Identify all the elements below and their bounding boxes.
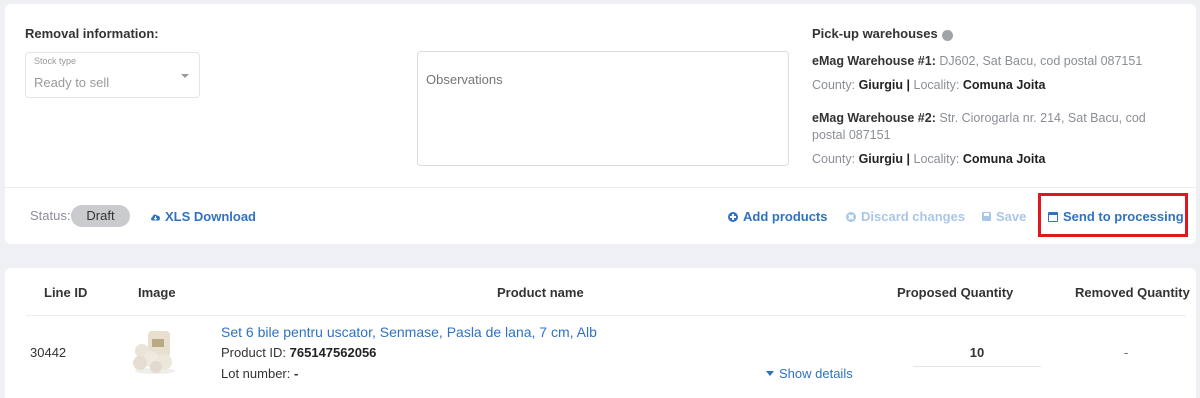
locality-label: Locality:: [913, 78, 960, 92]
chevron-down-icon: [181, 74, 189, 78]
product-id-value: 765147562056: [289, 345, 377, 360]
show-details-label: Show details: [779, 366, 853, 381]
plus-circle-icon: [728, 211, 738, 222]
lot-value: -: [294, 366, 299, 381]
pickup-title: Pick-up warehouses: [812, 26, 938, 41]
separator: |: [906, 78, 911, 92]
county-label: County:: [812, 78, 856, 92]
xls-download-label: XLS Download: [165, 209, 256, 224]
separator: |: [906, 152, 911, 166]
column-header-line-id: Line ID: [44, 285, 88, 300]
quantity-underline: [913, 366, 1041, 367]
product-name-link[interactable]: Set 6 bile pentru uscator, Senmase, Pasl…: [221, 324, 597, 340]
stock-type-label: Stock type: [34, 56, 77, 66]
warehouse-2: eMag Warehouse #2: Str. Ciorogarla nr. 2…: [812, 110, 1182, 144]
locality-value: Comuna Joita: [962, 78, 1046, 92]
show-details-link[interactable]: Show details: [766, 366, 853, 381]
warehouse-address: DJ602, Sat Bacu, cod postal 087151: [939, 54, 1143, 68]
county-value: Giurgiu: [858, 152, 904, 166]
removal-info-title: Removal information:: [25, 26, 159, 41]
product-id: Product ID: 765147562056: [221, 345, 376, 360]
status-badge: Draft: [71, 205, 130, 227]
discard-changes-label: Discard changes: [861, 209, 966, 224]
observations-field[interactable]: [417, 51, 789, 166]
add-products-label: Add products: [743, 209, 828, 224]
close-circle-icon: [846, 211, 856, 222]
stock-type-select[interactable]: Stock type Ready to sell: [25, 52, 200, 98]
column-header-product-name: Product name: [497, 285, 584, 300]
proposed-quantity-input[interactable]: 10: [913, 345, 1041, 360]
column-header-proposed-quantity: Proposed Quantity: [897, 285, 1014, 300]
line-id-cell: 30442: [30, 345, 67, 360]
status-label: Status:: [30, 208, 71, 223]
pickup-warehouses: Pick-up warehouses eMag Warehouse #1: DJ…: [812, 26, 1182, 166]
products-card: [5, 268, 1196, 398]
highlight-box: [1038, 193, 1188, 237]
locality-label: Locality:: [913, 152, 960, 166]
county-value: Giurgiu: [858, 78, 904, 92]
info-icon[interactable]: [941, 29, 953, 41]
warehouse-2-location: County: Giurgiu | Locality: Comuna Joita: [812, 152, 1182, 166]
add-products-button[interactable]: Add products: [728, 209, 828, 224]
product-image: [133, 331, 175, 374]
warehouse-name: eMag Warehouse #2:: [812, 111, 936, 125]
table-header-divider: [26, 315, 1186, 316]
stock-type-value: Ready to sell: [34, 75, 110, 90]
save-button[interactable]: Save: [982, 209, 1026, 224]
discard-changes-button[interactable]: Discard changes: [846, 209, 965, 224]
removed-quantity-cell: -: [1124, 345, 1129, 360]
county-label: County:: [812, 152, 856, 166]
warehouse-name: eMag Warehouse #1:: [812, 54, 936, 68]
lot-number: Lot number: -: [221, 366, 298, 381]
floppy-disk-icon: [982, 212, 991, 221]
xls-download-button[interactable]: XLS Download: [150, 209, 256, 224]
warehouse-1: eMag Warehouse #1: DJ602, Sat Bacu, cod …: [812, 53, 1182, 70]
caret-down-icon: [766, 371, 774, 376]
lot-label: Lot number:: [221, 366, 291, 381]
save-label: Save: [996, 209, 1027, 224]
locality-value: Comuna Joita: [962, 152, 1046, 166]
warehouse-1-location: County: Giurgiu | Locality: Comuna Joita: [812, 78, 1182, 92]
cloud-download-icon: [151, 214, 160, 221]
section-divider: [5, 187, 1196, 188]
column-header-image: Image: [138, 285, 176, 300]
product-id-label: Product ID:: [221, 345, 287, 360]
column-header-removed-quantity: Removed Quantity: [1075, 285, 1190, 300]
